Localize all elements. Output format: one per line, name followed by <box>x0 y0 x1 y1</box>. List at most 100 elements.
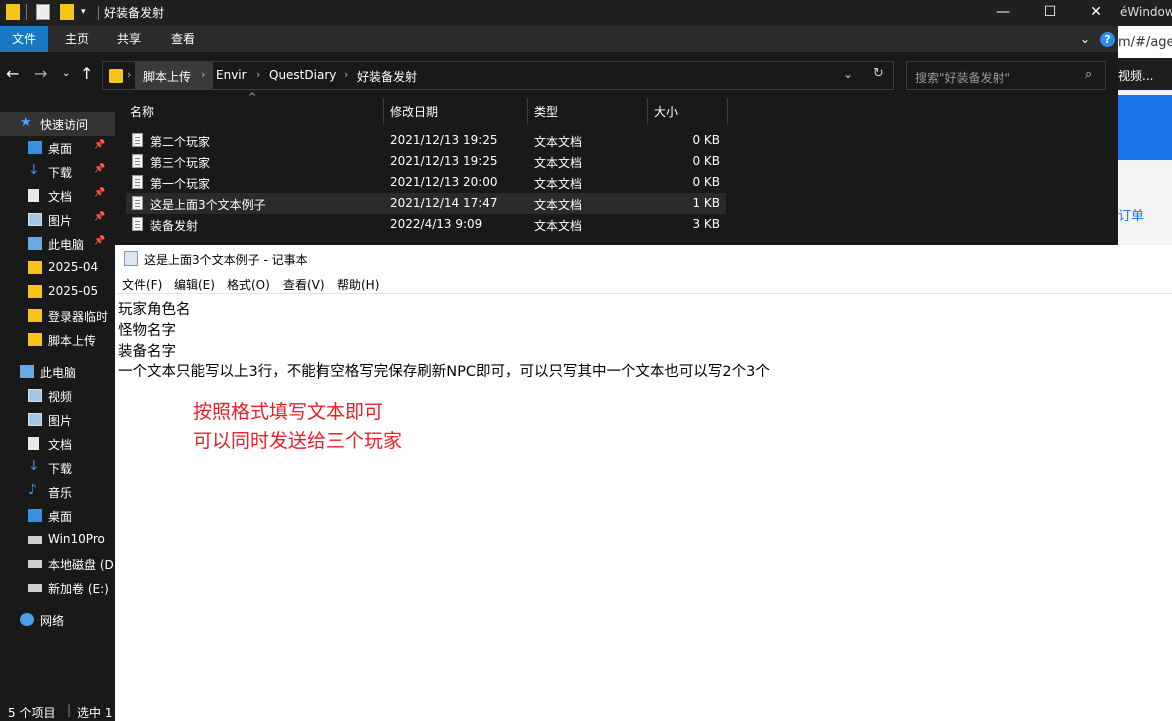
close-button[interactable]: ✕ <box>1073 0 1119 24</box>
chevron-down-icon[interactable]: ⌄ <box>843 67 853 81</box>
column-separator[interactable] <box>527 98 528 124</box>
column-header-name[interactable]: 名称 <box>130 103 154 129</box>
maximize-button[interactable]: ☐ <box>1027 0 1073 24</box>
tab-file[interactable]: 文件 <box>0 26 48 52</box>
window-title: 好装备发射 <box>104 6 165 20</box>
separator <box>98 6 99 20</box>
sidebar-item-label: 下载 <box>48 462 73 476</box>
sidebar-item[interactable]: 桌面 📌 <box>0 136 115 160</box>
computer-icon <box>20 365 34 378</box>
sidebar-item[interactable]: 图片 <box>0 408 115 432</box>
menu-view[interactable]: 查看(V) <box>283 276 325 293</box>
file-row[interactable]: 第二个玩家 2021/12/13 19:25 文本文档 0 KB <box>126 130 726 151</box>
document-icon <box>28 437 39 450</box>
sidebar-item-label: 2025-05 <box>48 284 99 298</box>
folder-icon <box>28 285 42 298</box>
column-separator[interactable] <box>727 98 728 124</box>
navigation-bar: ← → ⌄ ↑ › 脚本上传 › Envir › QuestDiary › 好装… <box>0 56 1118 94</box>
menu-format[interactable]: 格式(O) <box>227 276 270 293</box>
chevron-down-icon[interactable]: ⌄ <box>1080 32 1090 46</box>
sidebar-item[interactable]: 文档 📌 <box>0 184 115 208</box>
breadcrumb-item[interactable]: QuestDiary <box>269 68 336 82</box>
sidebar-item[interactable]: 2025-04 <box>0 256 115 280</box>
column-separator[interactable] <box>647 98 648 124</box>
tab-view[interactable]: 查看 <box>160 26 206 52</box>
customize-quick-access-icon[interactable]: ▾ <box>81 7 95 23</box>
properties-icon[interactable] <box>36 4 50 20</box>
folder-icon <box>28 333 42 346</box>
new-folder-icon[interactable] <box>60 4 74 20</box>
chevron-right-icon[interactable]: › <box>344 68 348 81</box>
menu-edit[interactable]: 编辑(E) <box>174 276 215 293</box>
picture-icon <box>28 213 42 226</box>
file-size: 0 KB <box>692 154 720 168</box>
notepad-text-area[interactable]: 玩家角色名 怪物名字 装备名字 一个文本只能写以上3行，不能有空格写完保存刷新N… <box>115 294 1172 721</box>
sidebar-item[interactable]: Win10Pro <box>0 528 115 552</box>
breadcrumb-item[interactable]: 脚本上传 <box>143 68 191 85</box>
selected-count: 选中 1 <box>77 706 113 720</box>
chevron-right-icon[interactable]: › <box>127 68 131 81</box>
forward-arrow-icon[interactable]: → <box>34 64 47 83</box>
browser-bookmark-fragment[interactable]: 视频... <box>1118 58 1172 90</box>
sidebar-item[interactable]: ↓ 下载 📌 <box>0 160 115 184</box>
menu-help[interactable]: 帮助(H) <box>337 276 379 293</box>
chevron-right-icon[interactable]: › <box>201 68 205 81</box>
sidebar-item[interactable]: ↓ 下载 <box>0 456 115 480</box>
menu-file[interactable]: 文件(F) <box>122 276 162 293</box>
file-row[interactable]: 第三个玩家 2021/12/13 19:25 文本文档 0 KB <box>126 151 726 172</box>
sidebar-item[interactable]: 视频 <box>0 384 115 408</box>
pin-icon: 📌 <box>94 236 106 246</box>
sidebar-item-label: 视频 <box>48 390 73 404</box>
sidebar-item[interactable]: 此电脑 <box>0 360 115 384</box>
sidebar-item[interactable]: 本地磁盘 (D <box>0 552 115 576</box>
breadcrumb-item[interactable]: Envir <box>216 68 247 82</box>
sidebar-item[interactable]: ♪ 音乐 <box>0 480 115 504</box>
chevron-right-icon[interactable]: › <box>256 68 260 81</box>
recent-locations-icon[interactable]: ⌄ <box>62 68 70 79</box>
breadcrumb-item[interactable]: 好装备发射 <box>357 68 417 85</box>
browser-url-fragment[interactable]: m/#/age <box>1118 26 1172 58</box>
address-bar[interactable]: › 脚本上传 › Envir › QuestDiary › 好装备发射 ⌄ ↻ <box>102 61 894 90</box>
sidebar-item[interactable]: ★ 快速访问 <box>0 112 115 136</box>
sidebar-item[interactable]: 此电脑 📌 <box>0 232 115 256</box>
download-icon: ↓ <box>28 162 40 178</box>
text-line: 装备名字 <box>118 344 176 360</box>
column-separator[interactable] <box>383 98 384 124</box>
refresh-icon[interactable]: ↻ <box>873 66 884 81</box>
annotation-line: 可以同时发送给三个玩家 <box>193 430 403 452</box>
tab-share[interactable]: 共享 <box>106 26 152 52</box>
ribbon-tabs: 文件 主页 共享 查看 ⌄ ? <box>0 26 1118 52</box>
file-name: 装备发射 <box>150 219 199 233</box>
column-header-type[interactable]: 类型 <box>534 103 558 129</box>
search-icon[interactable]: ⌕ <box>1085 67 1092 82</box>
file-name: 第一个玩家 <box>150 177 211 191</box>
back-arrow-icon[interactable]: ← <box>6 64 19 83</box>
sidebar-item[interactable]: 图片 📌 <box>0 208 115 232</box>
up-arrow-icon[interactable]: ↑ <box>80 64 93 83</box>
column-header-size[interactable]: 大小 <box>654 103 678 129</box>
sidebar-item[interactable]: 网络 <box>0 608 115 632</box>
search-input[interactable]: 搜索"好装备发射" ⌕ <box>906 61 1106 90</box>
text-line: 玩家角色名 <box>118 302 191 318</box>
sidebar-item[interactable]: 桌面 <box>0 504 115 528</box>
sidebar-item-label: 文档 <box>48 438 73 452</box>
file-name: 这是上面3个文本例子 <box>150 198 266 212</box>
file-row[interactable]: 这是上面3个文本例子 2021/12/14 17:47 文本文档 1 KB <box>126 193 726 214</box>
column-header-date[interactable]: 修改日期 <box>390 103 438 129</box>
sidebar-item[interactable]: 登录器临时 <box>0 304 115 328</box>
document-icon <box>28 189 39 202</box>
sidebar-item[interactable]: 文档 <box>0 432 115 456</box>
file-date: 2022/4/13 9:09 <box>390 217 483 231</box>
file-row[interactable]: 第一个玩家 2021/12/13 20:00 文本文档 0 KB <box>126 172 726 193</box>
help-icon[interactable]: ? <box>1100 32 1115 47</box>
sidebar-item[interactable]: 脚本上传 <box>0 328 115 352</box>
minimize-button[interactable]: — <box>980 0 1026 24</box>
sidebar-item[interactable]: 2025-05 <box>0 280 115 304</box>
browser-order-link[interactable]: 订单 <box>1118 205 1144 224</box>
tab-home[interactable]: 主页 <box>54 26 100 52</box>
file-type: 文本文档 <box>534 219 583 233</box>
sidebar-item-label: 文档 <box>48 190 73 204</box>
sidebar-item[interactable]: 新加卷 (E:) <box>0 576 115 600</box>
file-row[interactable]: 装备发射 2022/4/13 9:09 文本文档 3 KB <box>126 214 726 235</box>
explorer-titlebar: ▾ 好装备发射 — ☐ ✕ <box>0 0 1118 26</box>
